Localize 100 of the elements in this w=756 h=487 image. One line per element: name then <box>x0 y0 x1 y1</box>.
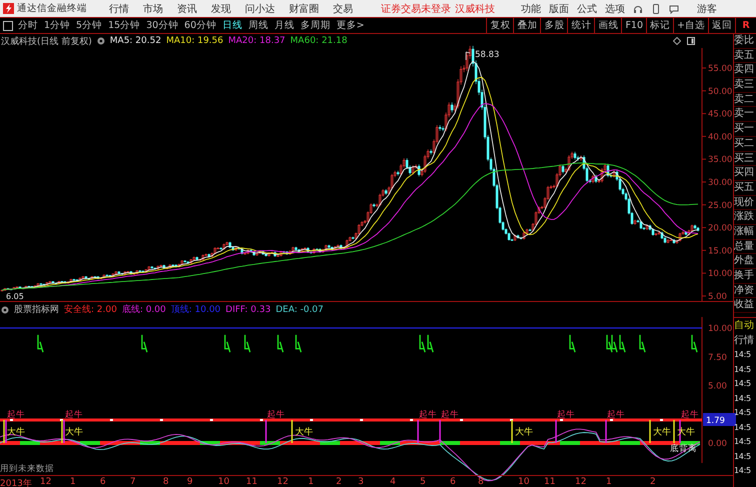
message-icon[interactable] <box>669 4 679 14</box>
indicator-value-label: 底线: 0.00 <box>122 304 166 316</box>
time-axis-label: 7 <box>130 477 136 487</box>
time-axis-label: 2 <box>650 477 656 487</box>
quote-label: 净资 <box>734 284 756 298</box>
mode-tab[interactable]: 自动 <box>734 317 756 334</box>
menu-item[interactable]: 问小达 <box>245 2 275 16</box>
menu-item[interactable]: 市场 <box>143 2 163 16</box>
buy-signal-icon <box>277 334 284 353</box>
toolbar-button[interactable]: 叠加 <box>513 18 540 33</box>
side-tab[interactable]: R <box>735 18 756 33</box>
buy-signal-icon <box>569 334 576 353</box>
time-axis-label: 10 <box>518 477 530 487</box>
quote-label: 买五 <box>734 180 756 196</box>
start-signal-label: 起牛 <box>65 410 83 420</box>
period-tab[interactable]: 5分钟 <box>76 19 102 32</box>
buy-signal-icon <box>691 334 698 353</box>
period-tab[interactable]: 1分钟 <box>44 19 70 32</box>
trade-time: 14:5 <box>734 450 752 463</box>
menu-item[interactable]: 财富圈 <box>289 2 319 16</box>
menu-item[interactable]: 功能 <box>521 2 541 16</box>
buy-signal-icon <box>37 334 44 353</box>
status-note: 用到未来数据 <box>0 463 55 475</box>
panel-toggle-icon[interactable] <box>3 20 13 30</box>
toolbar-button[interactable]: 多股 <box>540 18 568 33</box>
period-tab[interactable]: 60分钟 <box>184 19 216 32</box>
buy-signal-icon <box>224 334 231 353</box>
settings-icon[interactable] <box>96 37 105 45</box>
period-tab[interactable]: 日线 <box>222 19 242 32</box>
indicator-value-label: DIFF: 0.33 <box>226 304 271 314</box>
moving-average-label: MA5: 20.52 <box>110 36 162 46</box>
section-tab[interactable]: 行情 <box>734 333 756 348</box>
period-tab[interactable]: 更多> <box>336 19 364 32</box>
start-signal-label: 起牛 <box>681 410 699 420</box>
user-label[interactable]: 游客 <box>697 2 717 16</box>
start-signal-label: 起牛 <box>419 410 437 420</box>
toolbar-button[interactable]: 统计 <box>567 18 594 33</box>
start-signal-label: 起牛 <box>557 410 575 420</box>
headset-icon[interactable] <box>633 4 643 14</box>
toolbar-button[interactable]: 返回 <box>708 18 735 33</box>
panel-icon[interactable] <box>687 37 695 45</box>
trade-time: 14:5 <box>734 436 752 448</box>
time-axis-label: 1 <box>70 477 76 487</box>
period-tab[interactable]: 30分钟 <box>146 19 178 32</box>
buy-signal-icon <box>639 334 646 353</box>
buy-signal-icon <box>141 334 148 353</box>
quote-label: 外盘 <box>734 254 756 269</box>
menu-item[interactable]: 资讯 <box>177 2 197 16</box>
time-axis-label: 1 <box>308 477 314 487</box>
indicator-title: 股票指标网 <box>14 304 59 316</box>
indicator-axis-label: 5.00 <box>708 382 727 392</box>
time-axis-label: 1 <box>606 477 612 487</box>
price-axis-label: 35.00 <box>708 155 732 166</box>
bull-signal-label: 大牛 <box>65 428 83 438</box>
time-axis-label: 12 <box>277 477 288 487</box>
price-axis-label: 45.00 <box>708 110 732 120</box>
price-axis-label: 30.00 <box>708 178 732 188</box>
quote-label: 卖四 <box>734 63 756 78</box>
high-pointer-icon <box>466 52 470 60</box>
indicator-axis-label: 0.00 <box>708 439 727 449</box>
quote-label: 换手 <box>734 269 756 284</box>
quote-label: 卖二 <box>734 92 756 108</box>
toolbar-button[interactable]: 复权 <box>486 18 514 33</box>
login-status[interactable]: 证券交易未登录 <box>381 2 451 16</box>
time-axis-label: 12 <box>575 477 586 487</box>
toolbar-button[interactable]: 画线 <box>594 18 622 33</box>
time-axis-label: 9 <box>187 477 193 487</box>
start-signal-label: 起牛 <box>7 410 25 420</box>
diamond-icon[interactable] <box>673 37 681 45</box>
quote-label: 买四 <box>734 166 756 181</box>
toolbar-button[interactable]: +自选 <box>673 18 708 33</box>
menu-item[interactable]: 版面 <box>549 2 569 16</box>
quote-label: 卖五 <box>734 48 756 64</box>
indicator-axis-label: 10.00 <box>708 324 732 334</box>
menu-item[interactable]: 选项 <box>605 2 625 16</box>
period-tab[interactable]: 月线 <box>274 19 294 32</box>
period-tab[interactable]: 分时 <box>18 19 38 32</box>
menu-item[interactable]: 行情 <box>109 2 129 16</box>
buy-signal-icon <box>244 334 251 353</box>
period-tab[interactable]: 周线 <box>248 19 268 32</box>
start-signal-label: 起牛 <box>267 410 285 420</box>
period-tab[interactable]: 多周期 <box>300 19 330 32</box>
quote-label: 涨跌 <box>734 210 756 225</box>
indicator-value-label: DEA: -0.07 <box>276 304 324 314</box>
low-price-label: 6.05 <box>6 292 24 301</box>
period-tab[interactable]: 15分钟 <box>108 19 140 32</box>
toolbar-button[interactable]: 标记 <box>646 18 674 33</box>
bull-signal-label: 大牛 <box>515 428 533 438</box>
current-value-label: 1.79 <box>706 416 725 426</box>
trade-time: 14:5 <box>734 378 752 390</box>
phone-icon[interactable] <box>651 4 661 14</box>
price-axis-label: 40.00 <box>708 132 732 142</box>
menu-item[interactable]: 交易 <box>333 2 353 16</box>
toolbar-button[interactable]: F10 <box>621 18 646 33</box>
settings-icon[interactable] <box>1 306 9 314</box>
quote-label: 委比 <box>734 34 756 49</box>
menu-item[interactable]: 公式 <box>577 2 597 16</box>
menu-item[interactable]: 发现 <box>211 2 231 16</box>
price-axis-label: 50.00 <box>708 86 732 97</box>
bull-signal-label: 大牛 <box>295 428 313 438</box>
